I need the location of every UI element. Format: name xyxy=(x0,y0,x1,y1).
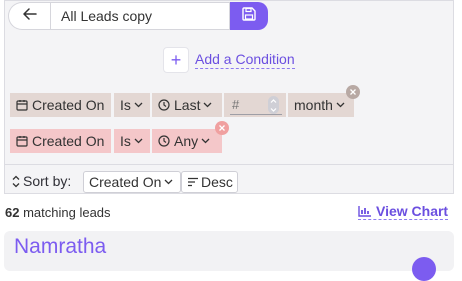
lead-count-suffix: matching leads xyxy=(23,205,111,220)
sort-field-label: Created On xyxy=(89,174,162,190)
condition-2-operator[interactable]: Is xyxy=(114,129,150,153)
condition-1-operator[interactable]: Is xyxy=(114,93,150,117)
condition-2-field[interactable]: Created On xyxy=(10,129,111,153)
plus-glyph: + xyxy=(170,50,182,70)
sort-arrows-icon xyxy=(12,175,20,188)
clock-icon xyxy=(158,135,170,147)
condition-1-unit[interactable]: month xyxy=(288,93,354,117)
chevron-down-icon xyxy=(336,102,345,108)
condition-1-field[interactable]: Created On xyxy=(10,93,111,117)
sort-direction-toggle[interactable]: Desc xyxy=(181,171,238,193)
lead-card[interactable]: Namratha xyxy=(4,231,454,281)
calendar-icon xyxy=(16,99,28,111)
condition-2-operator-label: Is xyxy=(120,133,131,149)
calendar-icon xyxy=(16,135,28,147)
matching-leads-count: 62 matching leads xyxy=(5,205,111,220)
divider xyxy=(4,164,454,165)
condition-2-range[interactable]: Any xyxy=(152,129,222,153)
chevron-down-icon xyxy=(134,102,143,108)
list-name-input[interactable] xyxy=(50,2,230,30)
view-chart-link[interactable]: View Chart xyxy=(358,203,449,220)
condition-1-range-label: Last xyxy=(174,97,201,113)
sort-field-select[interactable]: Created On xyxy=(83,171,181,193)
condition-1-field-label: Created On xyxy=(32,97,105,113)
chevron-down-icon xyxy=(164,179,173,185)
condition-2-range-label: Any xyxy=(174,133,199,149)
condition-1-unit-label: month xyxy=(294,97,333,113)
lead-action-button[interactable] xyxy=(412,257,436,281)
condition-1-range[interactable]: Last xyxy=(152,93,222,117)
arrow-left-icon xyxy=(22,7,37,25)
sort-label: Sort by: xyxy=(12,173,71,189)
chevron-down-icon xyxy=(201,138,210,144)
add-condition-label[interactable]: Add a Condition xyxy=(195,51,295,69)
condition-2-remove-button[interactable] xyxy=(215,121,229,135)
close-icon xyxy=(218,119,226,137)
clock-icon xyxy=(158,99,170,111)
save-icon xyxy=(242,6,256,26)
save-button[interactable] xyxy=(230,2,268,30)
condition-1-remove-button[interactable] xyxy=(346,85,360,99)
chevron-down-icon xyxy=(134,138,143,144)
number-stepper[interactable] xyxy=(268,96,279,114)
sort-direction-label: Desc xyxy=(201,174,233,190)
condition-1-operator-label: Is xyxy=(120,97,131,113)
sort-desc-icon xyxy=(187,177,199,187)
add-condition[interactable]: + Add a Condition xyxy=(163,47,295,73)
sort-label-text: Sort by: xyxy=(23,173,72,189)
back-button[interactable] xyxy=(8,2,50,30)
chevron-down-icon xyxy=(203,102,212,108)
condition-1-number xyxy=(224,93,286,117)
add-condition-plus-icon[interactable]: + xyxy=(163,47,189,73)
bar-chart-icon xyxy=(358,205,372,217)
view-chart-label: View Chart xyxy=(376,203,449,219)
lead-count: 62 xyxy=(5,205,20,220)
lead-name[interactable]: Namratha xyxy=(14,235,106,259)
close-icon xyxy=(349,83,357,101)
condition-2-field-label: Created On xyxy=(32,133,105,149)
